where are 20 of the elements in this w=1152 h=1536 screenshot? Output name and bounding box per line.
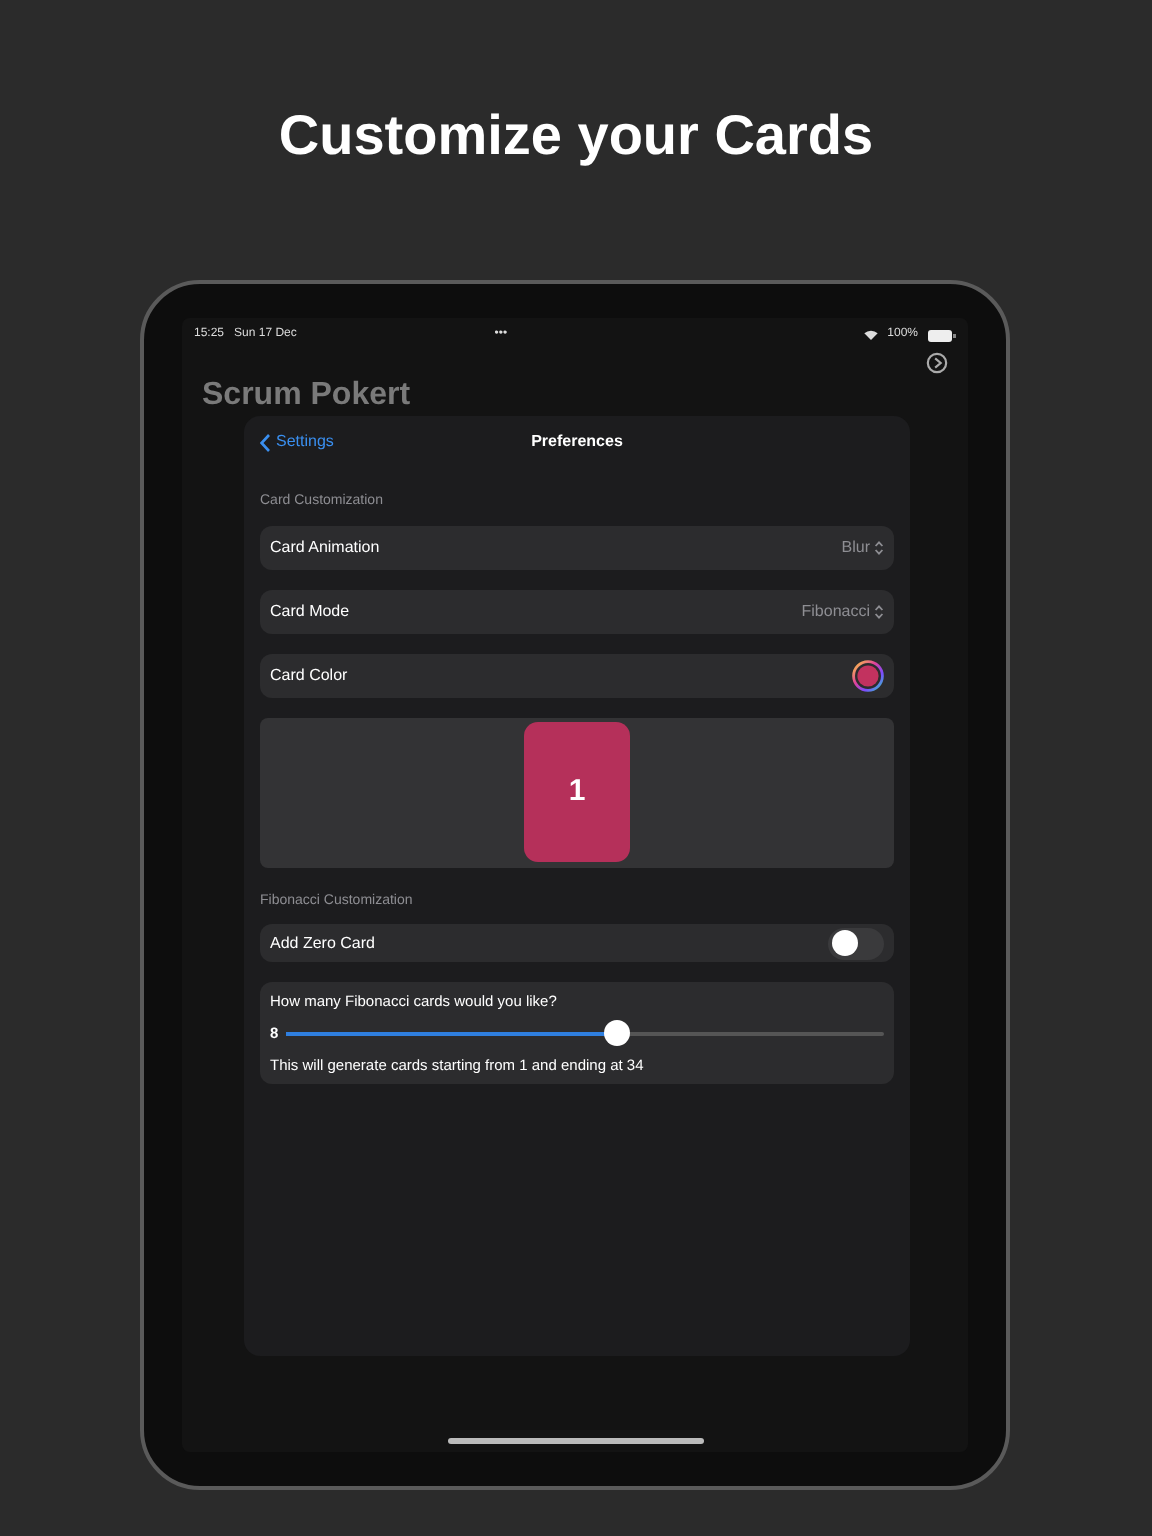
wifi-icon [863,330,878,340]
back-button[interactable]: Settings [260,430,334,454]
row-label: Add Zero Card [270,931,377,955]
color-well[interactable] [852,659,884,691]
row-label: Card Color [270,663,350,687]
app-title: Scrum Pokert [202,380,413,412]
sheet-title: Preferences [531,432,623,450]
up-down-chevron-icon [874,539,884,555]
slider-thumb[interactable] [603,1019,630,1046]
picker-button[interactable]: Fibonacci [801,599,884,623]
toggle-switch[interactable] [828,927,884,959]
headline: Customize your Cards [278,102,874,170]
play-circle-icon[interactable] [926,352,948,374]
row-label: Card Animation [270,535,382,559]
row-label: Card Mode [270,599,352,623]
chevron-left-icon [260,433,270,451]
poker-card: 1 [524,722,630,862]
up-down-chevron-icon [874,603,884,619]
battery-icon [928,329,957,341]
picker-button[interactable]: Blur [841,535,884,559]
